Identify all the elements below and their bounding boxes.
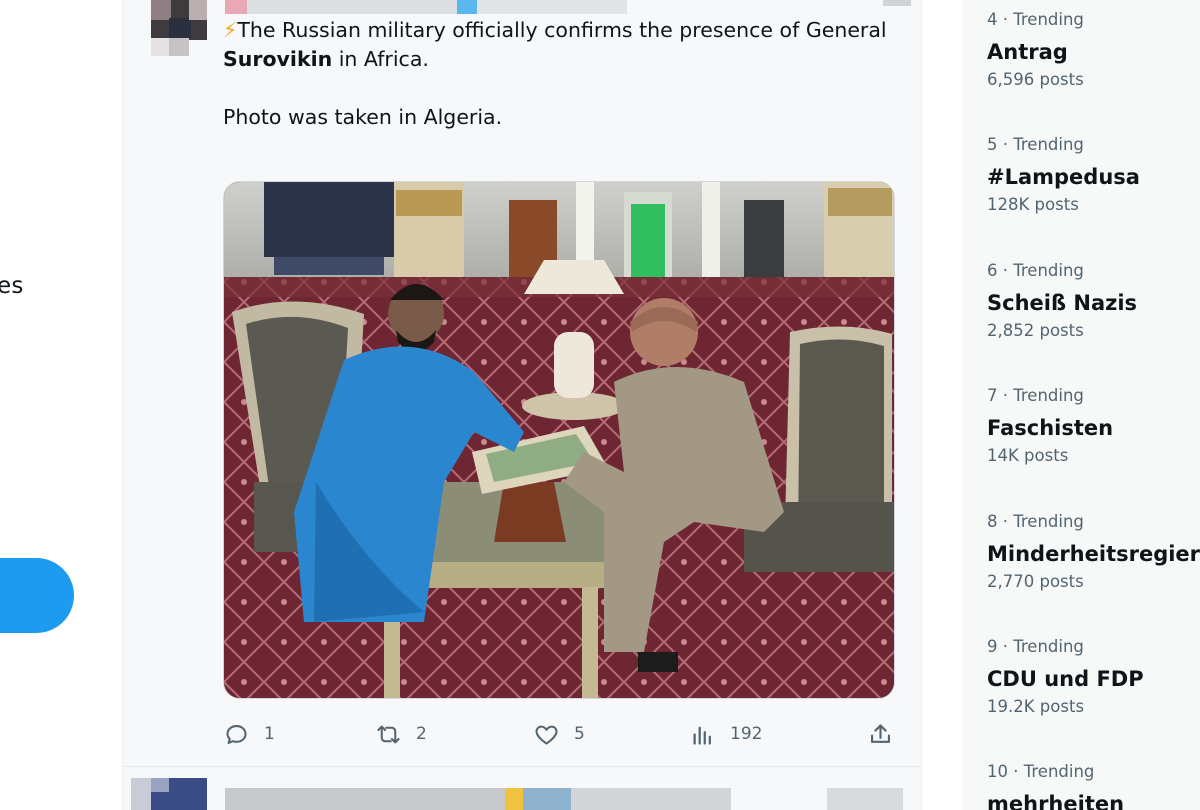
tweet-text-part1: The Russian military officially confirms… (237, 18, 887, 42)
post-button[interactable] (0, 558, 74, 633)
left-navigation: es (0, 0, 122, 810)
repost-arrows-icon (377, 725, 400, 743)
trend-post-count: 128K posts (987, 195, 1079, 214)
trend-item[interactable]: 9 · Trending CDU und FDP 19.2K posts (987, 636, 1200, 718)
tweet-text: ⚡The Russian military officially confirm… (223, 16, 913, 132)
trend-meta: 10 · Trending (987, 762, 1095, 781)
reply-button[interactable]: 1 (223, 716, 275, 752)
lightning-icon: ⚡ (223, 18, 238, 42)
trend-name: Minderheitsregierung (987, 542, 1200, 566)
trend-post-count: 6,596 posts (987, 70, 1084, 89)
trend-name: Antrag (987, 40, 1068, 64)
trend-meta: 8 · Trending (987, 512, 1084, 531)
share-upload-icon (870, 723, 891, 743)
trend-item[interactable]: 6 · Trending Scheiß Nazis 2,852 posts (987, 260, 1200, 342)
trend-name: #Lampedusa (987, 165, 1140, 189)
bar-chart-icon (693, 726, 711, 745)
nav-item-label[interactable]: es (0, 273, 24, 299)
tweet-action-bar: 1 2 5 192 (223, 716, 903, 752)
trend-item[interactable]: 5 · Trending #Lampedusa 128K posts (987, 134, 1200, 216)
trend-post-count: 2,770 posts (987, 572, 1084, 591)
repost-count: 2 (416, 724, 427, 744)
trend-meta: 9 · Trending (987, 637, 1084, 656)
trend-post-count: 2,852 posts (987, 321, 1084, 340)
trend-item[interactable]: 8 · Trending Minderheitsregierung 2,770 … (987, 511, 1200, 593)
repost-button[interactable]: 2 (375, 716, 427, 752)
trend-meta: 5 · Trending (987, 135, 1084, 154)
trend-post-count: 19.2K posts (987, 697, 1085, 716)
views-button[interactable]: 192 (689, 716, 762, 752)
trend-item[interactable]: 4 · Trending Antrag 6,596 posts (987, 9, 1200, 91)
trends-panel: 4 · Trending Antrag 6,596 posts 5 · Tren… (963, 0, 1200, 810)
like-count: 5 (574, 724, 585, 744)
tweet-text-line2: Photo was taken in Algeria. (223, 105, 503, 129)
share-button[interactable] (867, 716, 894, 752)
views-count: 192 (730, 724, 763, 744)
tweet-text-part2: in Africa. (332, 47, 429, 71)
trend-name: Faschisten (987, 416, 1114, 440)
trend-post-count: 14K posts (987, 446, 1069, 465)
speech-bubble-icon (226, 724, 247, 744)
tweet-photo[interactable] (223, 181, 895, 699)
tweet-text-bold[interactable]: Surovikin (223, 47, 332, 71)
trend-item[interactable]: 7 · Trending Faschisten 14K posts (987, 385, 1200, 467)
trend-name: CDU und FDP (987, 667, 1144, 691)
like-button[interactable]: 5 (533, 716, 585, 752)
timeline: ⚡The Russian military officially confirm… (122, 0, 922, 810)
trend-meta: 4 · Trending (987, 10, 1084, 29)
heart-icon (535, 725, 558, 745)
trend-name: mehrheiten (987, 792, 1125, 810)
trend-item[interactable]: 10 · Trending mehrheiten (987, 761, 1200, 810)
trend-meta: 7 · Trending (987, 386, 1084, 405)
tweet-divider (123, 766, 921, 767)
reply-count: 1 (264, 724, 275, 744)
trend-name: Scheiß Nazis (987, 291, 1138, 315)
trend-meta: 6 · Trending (987, 261, 1084, 280)
